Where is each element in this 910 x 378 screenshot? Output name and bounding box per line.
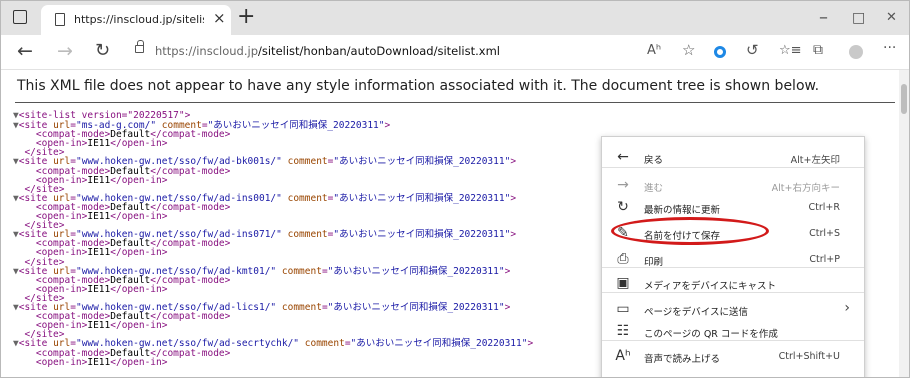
qr-code-icon: ☷ (616, 323, 630, 339)
menu-separator (602, 167, 864, 168)
back-arrow-icon: ← (617, 149, 629, 165)
context-menu-item-label: 進む (644, 183, 664, 194)
context-menu-item-shortcut: Ctrl+S (809, 228, 840, 239)
collections-icon[interactable]: ⧉ (813, 42, 823, 58)
favorite-icon[interactable]: ☆ (682, 41, 695, 59)
cast-icon: ▣ (616, 275, 630, 291)
scrollbar-thumb[interactable] (901, 84, 907, 114)
maximize-icon[interactable]: □ (852, 10, 865, 26)
tab-bar: https://inscloud.jp/sitelist/honba × + –… (1, 1, 909, 35)
context-menu-item-shortcut: › (844, 300, 850, 316)
refresh-icon[interactable]: ↻ (95, 40, 110, 61)
context-menu-item-shortcut: Alt+左矢印 (790, 155, 840, 166)
menu-separator (602, 292, 864, 293)
notice-text: This XML file does not appear to have an… (17, 78, 820, 94)
context-menu-item-label: 印刷 (644, 257, 664, 268)
context-menu-item-shortcut: Ctrl+P (809, 254, 840, 265)
browser-window: https://inscloud.jp/sitelist/honba × + –… (0, 0, 910, 378)
url-path: /sitelist/honban/autoDownload/sitelist.x… (258, 44, 500, 58)
read-aloud-icon: Aʰ (615, 348, 631, 364)
address-toolbar: ← → ↻ https://inscloud.jp/sitelist/honba… (1, 35, 909, 70)
back-icon[interactable]: ← (17, 40, 33, 62)
vertical-scrollbar[interactable] (899, 70, 909, 377)
lock-icon[interactable] (135, 40, 144, 53)
menu-separator (602, 340, 864, 341)
refresh-icon: ↻ (617, 199, 629, 215)
tab-title: https://inscloud.jp/sitelist/honba (74, 13, 204, 26)
context-menu-item-label: 最新の情報に更新 (644, 205, 721, 216)
context-menu: ← 戻る Alt+左矢印 → 進む Alt+右方向キー ↻ 最新の情報に更新 Ctrl+R ✎ 名前… (601, 136, 865, 377)
tab-close-icon[interactable]: × (213, 9, 226, 27)
new-tab-icon[interactable]: + (237, 4, 255, 29)
url-host: https://inscloud.jp (155, 44, 258, 58)
print-icon: ⎙ (617, 251, 629, 267)
context-menu-item-shortcut: Ctrl+R (808, 202, 840, 213)
context-menu-item[interactable]: ← 戻る Alt+左矢印 (602, 143, 864, 173)
menu-separator (602, 267, 864, 268)
settings-menu-icon[interactable]: ··· (883, 40, 896, 56)
read-aloud-icon[interactable]: Aʰ (647, 43, 661, 58)
forward-icon[interactable]: → (57, 40, 73, 62)
tab-actions-icon[interactable] (13, 10, 27, 24)
xml-open-in-line: <open-in>IE11</open-in> (13, 356, 168, 368)
xml-style-notice: This XML file does not appear to have an… (1, 70, 909, 102)
browser-essentials-icon[interactable]: ↺ (746, 41, 759, 59)
context-menu-item-label: 音声で読み上げる (644, 354, 721, 365)
context-menu-item-label: メディアをデバイスにキャスト (644, 281, 777, 292)
send-to-device-icon: ▭ (616, 301, 630, 317)
context-menu-item[interactable]: Aʰ 音声で読み上げる Ctrl+Shift+U (602, 342, 864, 372)
minimize-icon[interactable]: – (819, 7, 828, 28)
close-window-icon[interactable]: ✕ (886, 10, 897, 25)
extension-icon[interactable] (714, 46, 726, 58)
context-menu-item-label: このページの QR コードを作成 (644, 329, 778, 340)
profile-avatar[interactable] (849, 45, 863, 59)
context-menu-item-shortcut: Ctrl+Shift+U (778, 351, 840, 362)
context-menu-item-label: 戻る (644, 155, 664, 166)
context-menu-item-shortcut: Alt+右方向キー (771, 183, 840, 194)
forward-arrow-icon: → (617, 177, 629, 193)
address-bar[interactable]: https://inscloud.jp/sitelist/honban/auto… (127, 38, 627, 64)
page-icon (55, 13, 65, 26)
context-menu-item-label: ページをデバイスに送信 (644, 307, 749, 318)
notice-divider (15, 102, 895, 103)
address-url[interactable]: https://inscloud.jp/sitelist/honban/auto… (155, 44, 500, 58)
favorites-icon[interactable]: ☆≡ (779, 43, 802, 58)
save-as-highlight-oval (611, 217, 769, 245)
browser-tab[interactable]: https://inscloud.jp/sitelist/honba × (41, 5, 231, 35)
